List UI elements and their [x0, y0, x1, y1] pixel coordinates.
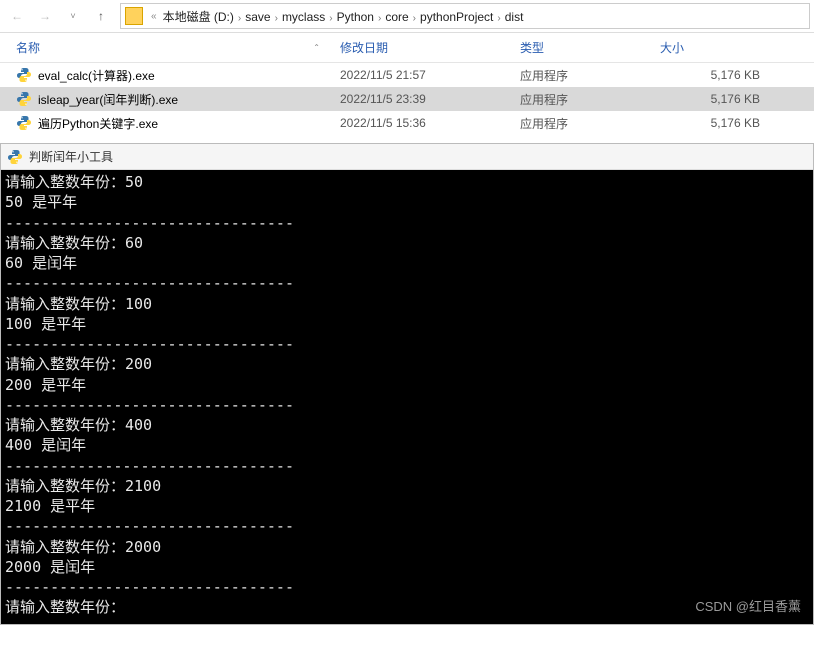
console-separator: --------------------------------: [5, 334, 809, 354]
console-separator: --------------------------------: [5, 516, 809, 536]
console-line: 请输入整数年份：2000: [5, 537, 809, 557]
file-size: 5,176 KB: [660, 92, 780, 106]
python-icon: [16, 115, 32, 131]
up-button[interactable]: ↑: [88, 3, 114, 29]
file-type: 应用程序: [520, 91, 660, 108]
console-line: 请输入整数年份：60: [5, 233, 809, 253]
file-name: 遍历Python关键字.exe: [38, 115, 158, 132]
console-output[interactable]: 请输入整数年份：5050 是平年------------------------…: [1, 170, 813, 624]
breadcrumb-item[interactable]: Python: [335, 10, 376, 24]
console-line: 50 是平年: [5, 192, 809, 212]
breadcrumb[interactable]: « 本地磁盘 (D:)›save›myclass›Python›core›pyt…: [120, 3, 810, 29]
file-row[interactable]: 遍历Python关键字.exe 2022/11/5 15:36应用程序5,176 …: [0, 111, 814, 135]
console-line: 400 是闰年: [5, 435, 809, 455]
file-name: eval_calc(计算器).exe: [38, 67, 155, 84]
chevron-right-icon: ›: [275, 13, 278, 24]
breadcrumb-item[interactable]: pythonProject: [418, 10, 495, 24]
file-date: 2022/11/5 23:39: [340, 92, 520, 106]
file-list: eval_calc(计算器).exe2022/11/5 21:57应用程序5,1…: [0, 63, 814, 135]
header-type[interactable]: 类型: [520, 39, 660, 56]
file-type: 应用程序: [520, 115, 660, 132]
chevron-right-icon: ›: [238, 13, 241, 24]
file-size: 5,176 KB: [660, 116, 780, 130]
back-button[interactable]: ←: [4, 3, 30, 29]
python-icon: [16, 91, 32, 107]
breadcrumb-item[interactable]: 本地磁盘 (D:): [161, 10, 236, 24]
python-icon: [7, 149, 23, 165]
console-separator: --------------------------------: [5, 395, 809, 415]
watermark-text: CSDN @红目香薰: [695, 598, 801, 616]
console-title-text: 判断闰年小工具: [29, 148, 113, 165]
file-row[interactable]: isleap_year(闰年判断).exe 2022/11/5 23:39应用程序…: [0, 87, 814, 111]
header-name[interactable]: 名称 ⌃: [0, 39, 340, 56]
column-headers: 名称 ⌃ 修改日期 类型 大小: [0, 33, 814, 63]
console-line: 60 是闰年: [5, 253, 809, 273]
console-separator: --------------------------------: [5, 273, 809, 293]
console-prompt: 请输入整数年份：: [5, 597, 809, 617]
nav-bar: ← → ˅ ↑ « 本地磁盘 (D:)›save›myclass›Python›…: [0, 0, 814, 32]
chevron-right-icon: ›: [329, 13, 332, 24]
breadcrumb-item[interactable]: save: [243, 10, 272, 24]
console-separator: --------------------------------: [5, 213, 809, 233]
header-size[interactable]: 大小: [660, 39, 780, 56]
chevron-right-icon: ›: [413, 13, 416, 24]
console-separator: --------------------------------: [5, 577, 809, 597]
file-date: 2022/11/5 21:57: [340, 68, 520, 82]
console-line: 请输入整数年份：50: [5, 172, 809, 192]
file-type: 应用程序: [520, 67, 660, 84]
file-name: isleap_year(闰年判断).exe: [38, 91, 178, 108]
console-line: 2100 是平年: [5, 496, 809, 516]
file-date: 2022/11/5 15:36: [340, 116, 520, 130]
chevron-right-icon: ›: [378, 13, 381, 24]
breadcrumb-item[interactable]: dist: [503, 10, 526, 24]
console-line: 2000 是闰年: [5, 557, 809, 577]
forward-button[interactable]: →: [32, 3, 58, 29]
header-date[interactable]: 修改日期: [340, 39, 520, 56]
breadcrumb-prefix: «: [151, 11, 157, 22]
console-line: 请输入整数年份：400: [5, 415, 809, 435]
recent-dropdown[interactable]: ˅: [60, 3, 86, 29]
chevron-right-icon: ›: [497, 13, 500, 24]
console-separator: --------------------------------: [5, 456, 809, 476]
console-line: 100 是平年: [5, 314, 809, 334]
file-row[interactable]: eval_calc(计算器).exe 2022/11/5 21:57应用程序5,1…: [0, 63, 814, 87]
console-line: 请输入整数年份：100: [5, 294, 809, 314]
header-name-label: 名称: [16, 39, 40, 56]
sort-indicator-icon: ⌃: [313, 43, 320, 52]
console-line: 200 是平年: [5, 375, 809, 395]
python-icon: [16, 67, 32, 83]
breadcrumb-item[interactable]: core: [383, 10, 410, 24]
console-titlebar[interactable]: 判断闰年小工具: [1, 144, 813, 170]
breadcrumb-item[interactable]: myclass: [280, 10, 327, 24]
folder-icon: [125, 7, 143, 25]
console-line: 请输入整数年份：200: [5, 354, 809, 374]
explorer-window: ← → ˅ ↑ « 本地磁盘 (D:)›save›myclass›Python›…: [0, 0, 814, 33]
file-size: 5,176 KB: [660, 68, 780, 82]
console-window: 判断闰年小工具 请输入整数年份：5050 是平年----------------…: [0, 143, 814, 625]
console-line: 请输入整数年份：2100: [5, 476, 809, 496]
